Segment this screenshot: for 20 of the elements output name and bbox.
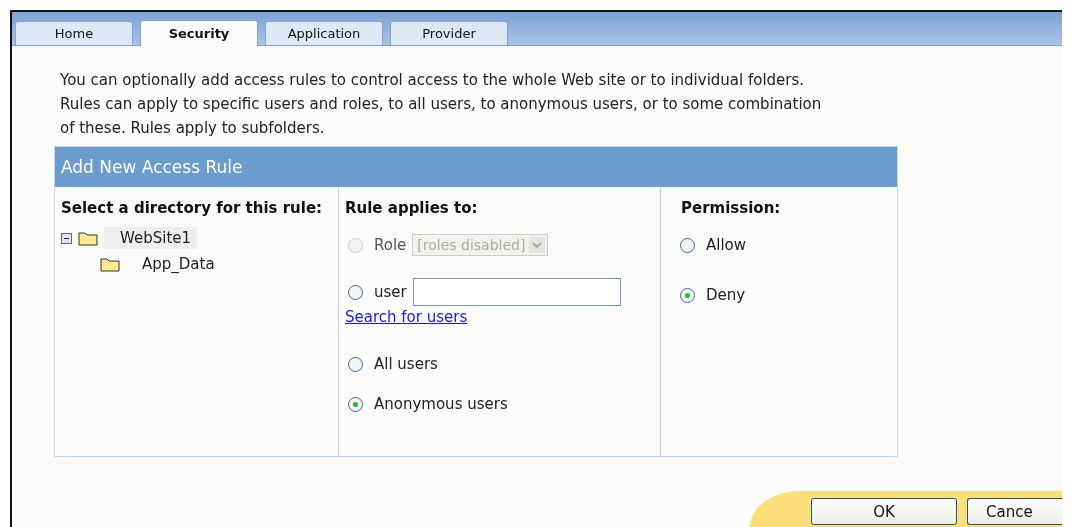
- tree-item[interactable]: App_Data: [126, 253, 221, 275]
- tab[interactable]: Home: [15, 21, 133, 45]
- option-label: user: [374, 283, 407, 301]
- option-label: Deny: [706, 286, 746, 304]
- rule-heading: Rule applies to:: [345, 198, 479, 219]
- permission-heading: Permission:: [680, 198, 782, 219]
- ok-button[interactable]: OK: [811, 498, 957, 525]
- tab[interactable]: Security: [140, 20, 258, 46]
- option-label: All users: [374, 355, 438, 373]
- panel-title: Add New Access Rule: [55, 147, 897, 187]
- option-label: Allow: [706, 236, 747, 254]
- tab[interactable]: Application: [265, 21, 383, 45]
- search-users-link[interactable]: Search for users: [345, 308, 468, 326]
- option-label: Role: [374, 236, 407, 254]
- tab[interactable]: Provider: [390, 21, 508, 45]
- option-label: Anonymous users: [374, 395, 508, 413]
- intro-text: You can optionally add access rules to control access to the whole Web site or to individual folders. Rules can apply to specific users and roles, to all users, to anonymous users, or to some combination of these. Rules apply to subfolders.: [60, 70, 823, 139]
- tree-item[interactable]: WebSite1: [104, 227, 198, 249]
- directory-heading: Select a directory for this rule:: [61, 198, 324, 219]
- cancel-button[interactable]: Cance: [967, 498, 1062, 525]
